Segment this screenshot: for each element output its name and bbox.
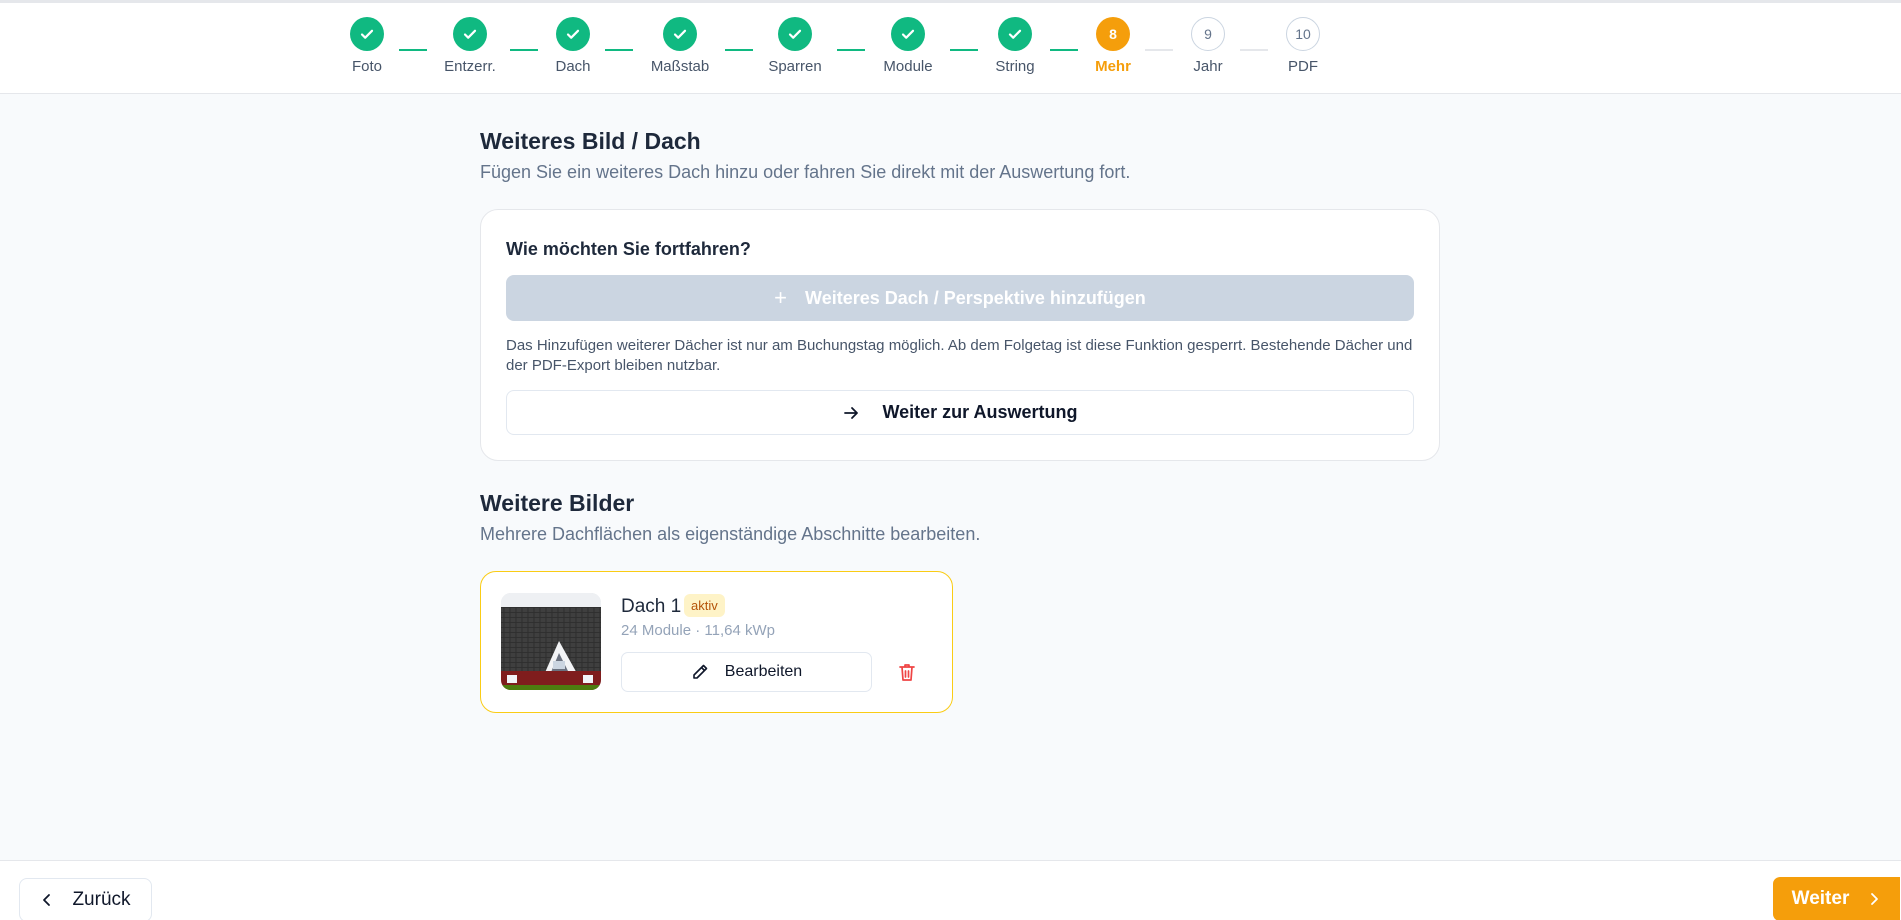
step-label: Jahr bbox=[1193, 58, 1223, 75]
check-icon bbox=[453, 17, 487, 51]
section-subtitle-more-roof: Fügen Sie ein weiteres Dach hinzu oder f… bbox=[480, 162, 1131, 182]
footer-navigation: Zurück Weiter bbox=[0, 860, 1901, 920]
add-roof-button[interactable]: + Weiteres Dach / Perspektive hinzufügen bbox=[506, 275, 1414, 321]
step-number: 10 bbox=[1286, 17, 1320, 51]
step-label: Entzerr. bbox=[444, 58, 496, 75]
roof-thumbnail bbox=[501, 593, 601, 690]
step-dach[interactable]: Dach bbox=[528, 17, 618, 75]
card-question: Wie möchten Sie fortfahren? bbox=[506, 239, 751, 259]
pencil-icon bbox=[691, 663, 709, 681]
step-foto[interactable]: Foto bbox=[322, 17, 412, 75]
chevron-right-icon bbox=[1867, 892, 1881, 906]
step-label: Mehr bbox=[1095, 58, 1131, 75]
step-label: String bbox=[995, 58, 1035, 75]
trash-icon[interactable] bbox=[896, 661, 918, 683]
edit-label: Bearbeiten bbox=[724, 663, 803, 680]
next-label: Weiter bbox=[1791, 888, 1850, 909]
check-icon bbox=[350, 17, 384, 51]
back-label: Zurück bbox=[72, 889, 131, 910]
check-icon bbox=[998, 17, 1032, 51]
add-roof-hint: Das Hinzufügen weiterer Dächer ist nur a… bbox=[506, 337, 1413, 374]
roof-meta: 24 Module · 11,64 kWp bbox=[621, 622, 775, 639]
continue-label: Weiter zur Auswertung bbox=[882, 402, 1078, 422]
plus-icon: + bbox=[774, 285, 788, 310]
check-icon bbox=[891, 17, 925, 51]
continue-options-card: Wie möchten Sie fortfahren? + Weiteres D… bbox=[480, 209, 1440, 461]
section-title-more-roof: Weiteres Bild / Dach bbox=[480, 128, 701, 154]
step-mehr[interactable]: 8 Mehr bbox=[1068, 17, 1158, 75]
step-connector bbox=[725, 49, 753, 51]
section-title-more-images: Weitere Bilder bbox=[480, 490, 635, 516]
step-module[interactable]: Module bbox=[863, 17, 953, 75]
check-icon bbox=[778, 17, 812, 51]
step-number: 9 bbox=[1191, 17, 1225, 51]
check-icon bbox=[663, 17, 697, 51]
edit-roof-button[interactable]: Bearbeiten bbox=[621, 652, 872, 692]
step-sparren[interactable]: Sparren bbox=[750, 17, 840, 75]
next-button[interactable]: Weiter bbox=[1773, 877, 1900, 920]
step-label: Foto bbox=[351, 58, 382, 75]
step-connector bbox=[399, 49, 427, 51]
continue-to-evaluation-button[interactable]: Weiter zur Auswertung bbox=[506, 390, 1414, 435]
step-jahr[interactable]: 9 Jahr bbox=[1163, 17, 1253, 75]
step-label: Module bbox=[883, 58, 933, 75]
step-connector bbox=[605, 49, 633, 51]
check-icon bbox=[556, 17, 590, 51]
roof-card[interactable]: Dach 1 aktiv 24 Module · 11,64 kWp Bearb… bbox=[480, 571, 953, 713]
step-massstab[interactable]: Maßstab bbox=[635, 17, 725, 75]
step-number: 8 bbox=[1096, 17, 1130, 51]
step-label: Dach bbox=[555, 58, 591, 75]
progress-stepper: Foto Entzerr. Dach Maßstab Sparren Modul… bbox=[0, 0, 1901, 94]
status-badge: aktiv bbox=[684, 594, 725, 617]
step-string[interactable]: String bbox=[970, 17, 1060, 75]
step-connector bbox=[837, 49, 865, 51]
section-subtitle-more-images: Mehrere Dachflächen als eigenständige Ab… bbox=[480, 524, 981, 544]
chevron-left-icon bbox=[40, 893, 54, 907]
step-label: PDF bbox=[1288, 58, 1318, 75]
arrow-right-icon bbox=[842, 404, 860, 422]
step-pdf[interactable]: 10 PDF bbox=[1258, 17, 1348, 75]
step-label: Sparren bbox=[768, 58, 822, 75]
back-button[interactable]: Zurück bbox=[19, 878, 152, 920]
step-entzerr[interactable]: Entzerr. bbox=[425, 17, 515, 75]
roof-name: Dach 1 bbox=[621, 596, 682, 617]
step-label: Maßstab bbox=[650, 58, 710, 75]
add-roof-label: Weiteres Dach / Perspektive hinzufügen bbox=[805, 287, 1146, 308]
